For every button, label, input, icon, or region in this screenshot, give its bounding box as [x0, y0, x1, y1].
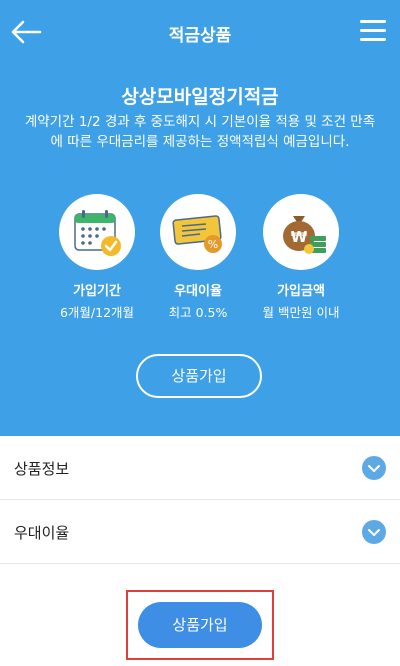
- accordion-label: 상품정보: [14, 460, 70, 478]
- svg-text:%: %: [208, 238, 218, 251]
- menu-button[interactable]: [360, 20, 386, 42]
- svg-text:₩: ₩: [291, 228, 308, 246]
- feature-label: 가입금액: [277, 284, 325, 299]
- page-title: 적금상품: [168, 26, 232, 46]
- accordion-preferential-rate[interactable]: 우대이율: [0, 500, 400, 564]
- accordion-label: 우대이율: [14, 524, 70, 542]
- feature-label: 우대이율: [174, 284, 222, 299]
- chevron-down-icon[interactable]: [362, 520, 386, 544]
- calendar-icon: [74, 210, 121, 256]
- accordion-product-info[interactable]: 상품정보: [0, 436, 400, 500]
- product-hero: 적금상품 상상모바일정기적금 계약기간 1/2 경과 후 중도해지 시 기본이율…: [0, 0, 400, 436]
- feature-value: 월 백만원 이내: [262, 305, 340, 320]
- hamburger-menu-icon: [360, 20, 386, 23]
- feature-amount: ₩ 가입금액 월 백만원 이내: [241, 194, 361, 321]
- feature-list: 가입기간 6개월/12개월 % 우대이율 최고 0.5% ₩ 가입금액 월 백만…: [0, 194, 400, 334]
- join-button[interactable]: 상품가입: [138, 602, 262, 648]
- chevron-down-icon[interactable]: [362, 456, 386, 480]
- product-description: 계약기간 1/2 경과 후 중도해지 시 기본이율 적용 및 조건 만족에 따른…: [24, 114, 376, 150]
- highlight-box: 상품가입: [126, 590, 274, 660]
- product-name: 상상모바일정기적금: [121, 86, 279, 108]
- top-bar: 적금상품: [0, 0, 400, 64]
- money-bag-icon: ₩: [283, 216, 326, 254]
- feature-rate: % 우대이율 최고 0.5%: [138, 194, 258, 321]
- coupon-icon: %: [172, 215, 222, 253]
- hero-join-button[interactable]: 상품가입: [136, 354, 262, 398]
- feature-value: 최고 0.5%: [168, 305, 228, 320]
